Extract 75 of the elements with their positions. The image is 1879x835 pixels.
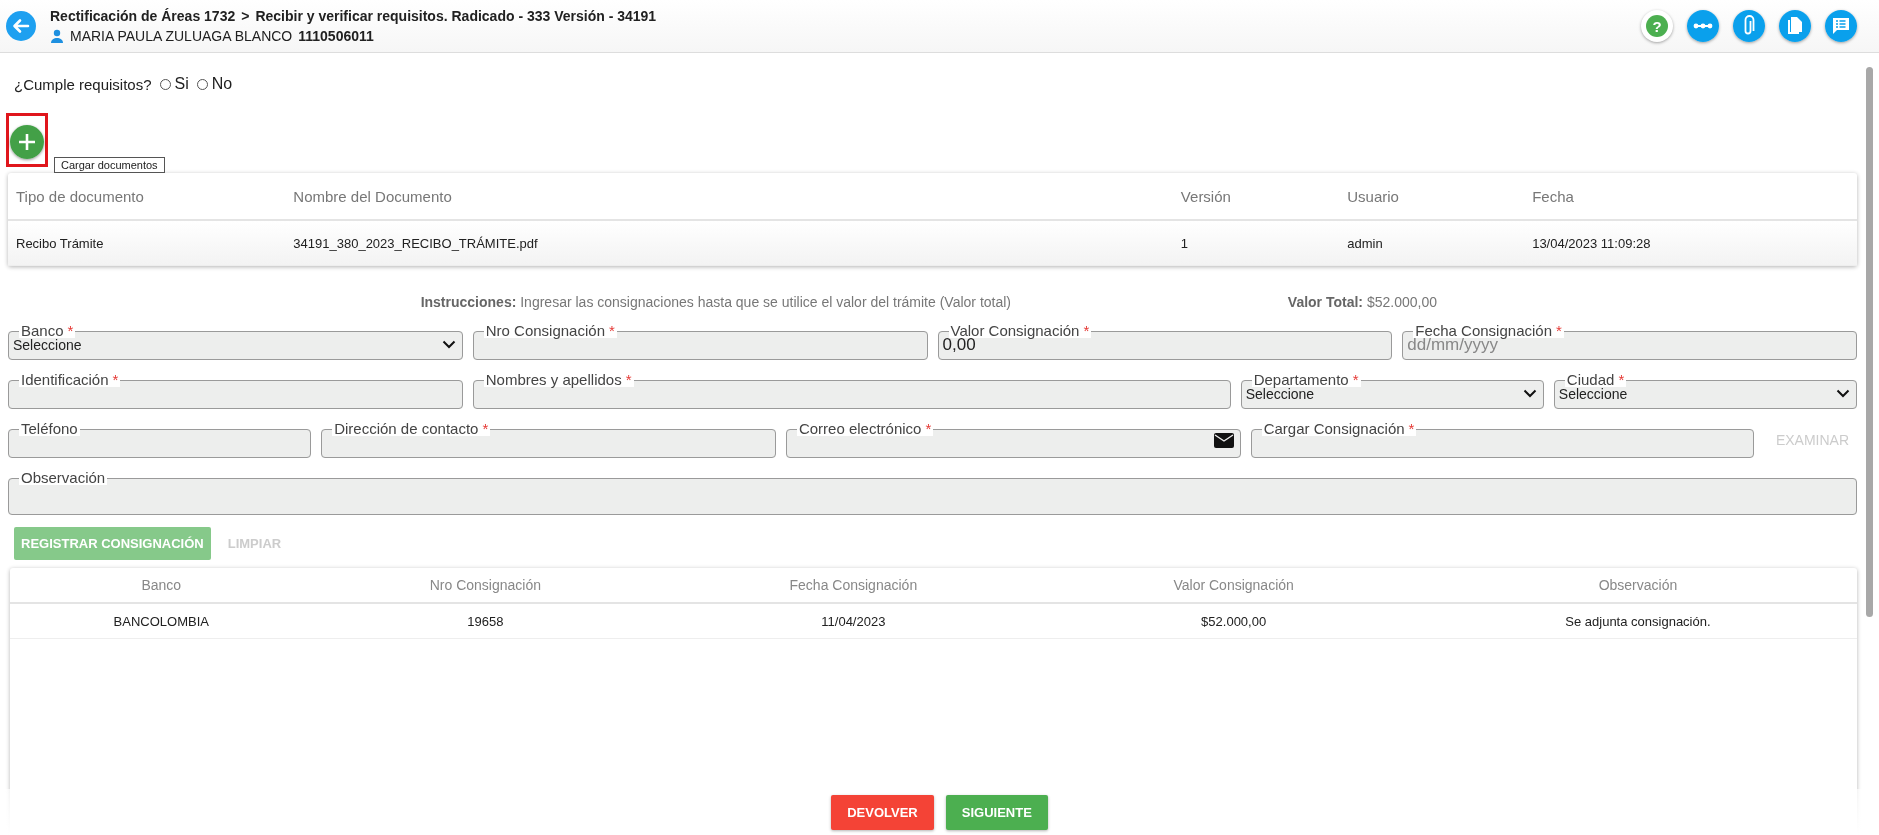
question-label: ¿Cumple requisitos? xyxy=(14,75,152,93)
comments-icon[interactable] xyxy=(1825,10,1857,42)
field-label: Dirección de contacto xyxy=(334,422,479,436)
field-label: Observación xyxy=(21,471,106,485)
task-title: Recibir y verificar requisitos. Radicado - 333 Versión - 34191 xyxy=(255,8,657,24)
user-id: 1110506011 xyxy=(298,28,374,44)
required-mark: * xyxy=(1352,373,1359,387)
required-mark: * xyxy=(925,422,932,436)
field-label: Identificación xyxy=(21,373,109,387)
dropdown[interactable]: Departamento * Seleccione xyxy=(1240,373,1544,409)
input-field[interactable]: Identificación * xyxy=(8,373,463,409)
field-label: Nombres y apellidos xyxy=(485,373,622,387)
input-field[interactable]: Nro Consignación * xyxy=(472,324,928,360)
required-mark: * xyxy=(1408,422,1415,436)
timeline-icon[interactable] xyxy=(1687,10,1719,42)
field-label: Departamento xyxy=(1253,373,1349,387)
required-mark: * xyxy=(1618,373,1625,387)
total-value-text: Valor Total: $52.000,00 xyxy=(1286,294,1438,310)
table-cell: Recibo Trámite xyxy=(8,220,286,266)
field-label: Fecha Consignación xyxy=(1415,324,1552,338)
input-field[interactable]: Correo electrónico * xyxy=(785,422,1241,458)
text-area[interactable]: Observación xyxy=(8,471,1857,515)
column-header: Fecha Consignación xyxy=(658,568,1049,603)
input-field[interactable]: Valor Consignación * 0,00 xyxy=(937,324,1393,360)
envelope-icon xyxy=(1213,433,1234,448)
tooltip: Cargar documentos xyxy=(54,157,165,173)
column-header: Banco xyxy=(10,568,313,603)
field-label: Cargar Consignación xyxy=(1263,422,1405,436)
table-cell: 13/04/2023 11:09:28 xyxy=(1524,220,1857,266)
field-label: Valor Consignación xyxy=(950,324,1080,338)
dropdown[interactable]: Ciudad * Seleccione xyxy=(1553,373,1857,409)
instructions-text: Instrucciones: Ingresar las consignaciones hasta que se utilice el valor del trámite (Valor total) xyxy=(419,294,1011,310)
table-cell: admin xyxy=(1339,220,1525,266)
table-cell: 19658 xyxy=(312,603,659,639)
chevron-down-icon xyxy=(441,340,456,349)
dropdown[interactable]: Banco * Seleccione xyxy=(8,324,463,360)
chevron-down-icon xyxy=(1522,389,1537,398)
column-header: Observación xyxy=(1418,568,1857,603)
required-mark: * xyxy=(1556,324,1562,338)
person-icon xyxy=(50,29,64,43)
paperclip-icon[interactable] xyxy=(1733,10,1765,42)
field-label: Ciudad xyxy=(1566,373,1615,387)
field-label: Teléfono xyxy=(21,422,78,436)
required-mark: * xyxy=(609,324,615,338)
back-button[interactable] xyxy=(6,11,36,41)
input-field[interactable]: Dirección de contacto * xyxy=(321,422,776,458)
table-cell: BANCOLOMBIA xyxy=(10,603,313,639)
required-mark: * xyxy=(112,373,119,387)
column-header: Nro Consignación xyxy=(312,568,659,603)
column-header: Valor Consignación xyxy=(1048,568,1419,603)
chevron-down-icon xyxy=(1836,389,1850,398)
input-field[interactable]: Nombres y apellidos * xyxy=(472,373,1231,409)
field-label: Nro Consignación xyxy=(485,324,605,338)
breadcrumb-separator: > xyxy=(241,8,250,24)
table-cell: 11/04/2023 xyxy=(658,603,1049,639)
process-title: Rectificación de Áreas 1732 xyxy=(50,8,236,24)
field-label: Correo electrónico xyxy=(798,422,922,436)
user-name: MARIA PAULA ZULUAGA BLANCO xyxy=(70,28,293,44)
radio-option[interactable]: Si xyxy=(159,75,189,93)
required-mark: * xyxy=(482,422,489,436)
table-cell: Se adjunta consignación. xyxy=(1418,603,1857,639)
required-mark: * xyxy=(1083,324,1090,338)
input-field[interactable]: Teléfono xyxy=(8,422,312,458)
required-mark: * xyxy=(67,324,74,338)
required-mark: * xyxy=(625,373,632,387)
table-cell: 1 xyxy=(1172,220,1340,266)
documents-icon[interactable] xyxy=(1779,10,1811,42)
plus-icon xyxy=(10,125,44,159)
table-cell: $52.000,00 xyxy=(1048,603,1419,639)
add-document-button[interactable] xyxy=(10,125,44,159)
input-field[interactable]: Fecha Consignación * dd/mm/yyyy xyxy=(1402,324,1857,360)
field-label: Banco xyxy=(21,324,64,338)
return-button[interactable]: DEVOLVER xyxy=(831,794,934,830)
table-cell: 34191_380_2023_RECIBO_TRÁMITE.pdf xyxy=(285,220,1173,266)
radio-option[interactable]: No xyxy=(196,75,233,93)
